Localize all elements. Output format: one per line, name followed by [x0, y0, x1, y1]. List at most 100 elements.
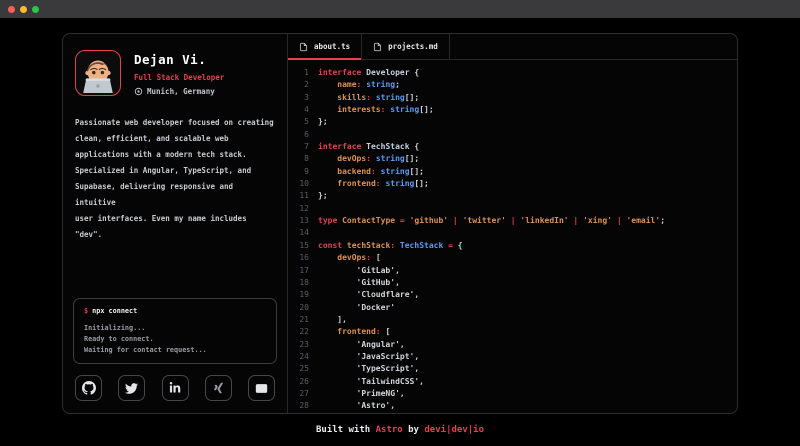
- code-line: 21 ],: [296, 314, 737, 326]
- xing-icon: [213, 382, 224, 394]
- line-number: 9: [296, 166, 309, 178]
- line-number: 7: [296, 141, 309, 153]
- code-token: 'PrimeNG': [357, 388, 400, 400]
- terminal-command-line: $ npx connect: [84, 307, 266, 315]
- code-token: [: [381, 326, 391, 338]
- email-button[interactable]: [248, 375, 275, 401]
- code-token: string: [385, 178, 414, 190]
- code-token: string: [366, 79, 395, 91]
- code-line: 18 'GitHub',: [296, 277, 737, 289]
- code-token: frontend: [337, 326, 376, 338]
- portfolio-card: Dejan Vi. Full Stack Developer Munich, G…: [62, 33, 738, 414]
- line-number: 11: [296, 190, 309, 202]
- code-line: 10 frontend: string[];: [296, 178, 737, 190]
- code-token: [318, 376, 357, 388]
- site-link[interactable]: devi|dev|io: [424, 425, 484, 435]
- code-token: interests: [337, 104, 380, 116]
- terminal-command: npx connect: [88, 307, 137, 315]
- line-number: 1: [296, 67, 309, 79]
- code-line: 14: [296, 227, 737, 239]
- code-token: 'Cloudflare': [357, 289, 415, 301]
- code-line: 26 'TailwindCSS',: [296, 376, 737, 388]
- line-number: 17: [296, 265, 309, 277]
- code-token: [];: [405, 92, 419, 104]
- code-token: [: [371, 252, 381, 264]
- code-line: 4 interests: string[];: [296, 104, 737, 116]
- code-line: 19 'Cloudflare',: [296, 289, 737, 301]
- line-number: 23: [296, 339, 309, 351]
- code-token: [318, 104, 337, 116]
- terminal-card: $ npx connect Initializing... Ready to c…: [73, 298, 277, 364]
- line-number: 14: [296, 227, 309, 239]
- code-token: ContactType: [342, 215, 395, 227]
- code-line: 27 'PrimeNG',: [296, 388, 737, 400]
- line-number: 25: [296, 363, 309, 375]
- code-token: TechStack: [366, 141, 414, 153]
- code-token: name: [337, 79, 356, 91]
- tab-bar: about.ts projects.md: [288, 34, 737, 60]
- code-token: [318, 277, 357, 289]
- profile-header: Dejan Vi. Full Stack Developer Munich, G…: [73, 50, 277, 96]
- minimize-window-button[interactable]: [20, 6, 27, 13]
- footer-connector: by: [403, 425, 425, 435]
- code-line: 24 'JavaScript',: [296, 351, 737, 363]
- code-token: interface: [318, 67, 366, 79]
- xing-button[interactable]: [205, 375, 232, 401]
- code-line: 12: [296, 203, 737, 215]
- titlebar: [0, 0, 800, 18]
- code-token: ,: [414, 363, 419, 375]
- code-token: 'GitLab': [357, 265, 396, 277]
- code-token: ,: [400, 339, 405, 351]
- code-token: backend: [337, 166, 371, 178]
- line-number: 26: [296, 376, 309, 388]
- code-token: [318, 289, 357, 301]
- code-token: ,: [414, 351, 419, 363]
- astro-link[interactable]: Astro: [376, 425, 403, 435]
- code-token: frontend: [337, 178, 376, 190]
- github-button[interactable]: [75, 375, 102, 401]
- line-number: 5: [296, 116, 309, 128]
- code-token: ],: [318, 314, 347, 326]
- tab-label: about.ts: [314, 42, 350, 51]
- line-number: 18: [296, 277, 309, 289]
- social-links-row: [73, 375, 277, 401]
- code-token: 'Docker': [357, 302, 396, 314]
- code-token: 'Astro': [357, 400, 391, 412]
- code-line: 16 devOps: [: [296, 252, 737, 264]
- code-line: 25 'TypeScript',: [296, 363, 737, 375]
- code-token: 'JavaScript': [357, 351, 415, 363]
- code-token: type: [318, 215, 342, 227]
- line-number: 2: [296, 79, 309, 91]
- page-background: Dejan Vi. Full Stack Developer Munich, G…: [0, 18, 800, 414]
- code-line: 3 skills: string[];: [296, 92, 737, 104]
- code-token: };: [318, 116, 328, 128]
- tab-projects-md[interactable]: projects.md: [362, 34, 450, 59]
- code-token: devOps: [337, 252, 366, 264]
- code-line: 1interface Developer {: [296, 67, 737, 79]
- code-line: 7interface TechStack {: [296, 141, 737, 153]
- maximize-window-button[interactable]: [32, 6, 39, 13]
- code-token: skills: [337, 92, 366, 104]
- tab-about-ts[interactable]: about.ts: [288, 34, 362, 59]
- code-token: 'TypeScript': [357, 363, 415, 375]
- profile-identity: Dejan Vi. Full Stack Developer Munich, G…: [134, 50, 224, 96]
- code-token: [318, 388, 357, 400]
- linkedin-icon: [169, 382, 181, 394]
- code-token: [318, 351, 357, 363]
- code-line: 9 backend: string[];: [296, 166, 737, 178]
- code-token: ,: [395, 265, 400, 277]
- file-icon: [299, 42, 308, 52]
- code-token: devOps: [337, 153, 366, 165]
- code-token: ,: [419, 376, 424, 388]
- code-token: };: [318, 190, 328, 202]
- code-token: [318, 265, 357, 277]
- terminal-output-line: Ready to connect.: [84, 334, 266, 345]
- terminal-output-line: Initializing...: [84, 323, 266, 334]
- terminal-output-line: Waiting for contact request...: [84, 345, 266, 356]
- code-token: string: [381, 166, 410, 178]
- code-line: 17 'GitLab',: [296, 265, 737, 277]
- code-line: 8 devOps: string[];: [296, 153, 737, 165]
- twitter-button[interactable]: [118, 375, 145, 401]
- close-window-button[interactable]: [8, 6, 15, 13]
- linkedin-button[interactable]: [162, 375, 189, 401]
